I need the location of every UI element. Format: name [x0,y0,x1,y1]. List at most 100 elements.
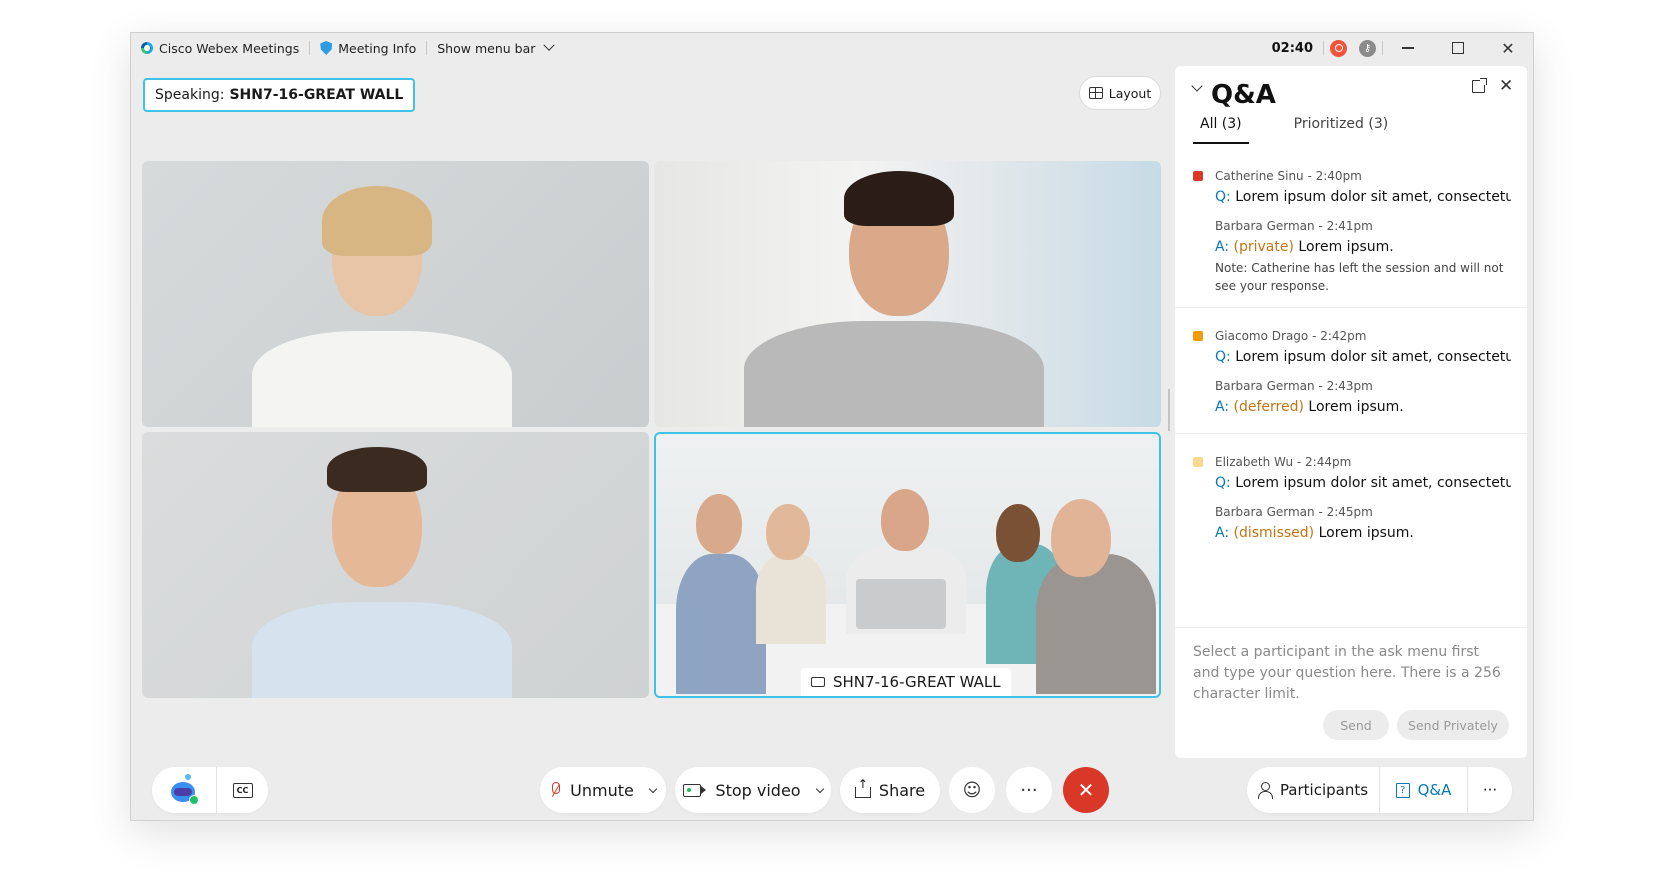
question-icon: ? [1395,782,1410,798]
question: Q: Lorem ipsum dolor sit amet, consectet… [1215,349,1511,365]
speaking-label: Speaking: [155,87,225,103]
assistant-bot-icon [171,774,199,805]
chevron-down-icon[interactable] [1191,80,1203,92]
meeting-info-button[interactable]: Meeting Info [310,33,426,63]
maximize-button[interactable] [1433,33,1483,63]
q-prefix: Q: [1215,189,1231,205]
overflow-button[interactable]: ··· [1468,767,1512,813]
qa-panel: Q&A ✕ All (3) Prioritized (3) Catherine … [1175,66,1527,758]
send-button[interactable]: Send [1323,710,1389,740]
video-tile-participant-1[interactable] [142,161,649,427]
priority-icon [1193,457,1203,467]
question: Q: Lorem ipsum dolor sit amet, consectet… [1215,189,1511,205]
show-menu-bar-button[interactable]: Show menu bar [427,33,563,63]
qa-item[interactable]: Catherine Sinu - 2:40pm Q: Lorem ipsum d… [1175,156,1527,308]
panel-resize-handle[interactable] [1168,389,1170,431]
asker: Catherine Sinu - 2:40pm [1215,169,1362,183]
qa-tabs: All (3) Prioritized (3) [1193,116,1395,144]
minimize-button[interactable] [1383,33,1433,63]
question-input[interactable]: Select a participant in the ask menu fir… [1193,642,1503,705]
closed-captions-button[interactable]: CC [217,767,268,813]
app-name: Cisco Webex Meetings [131,33,309,63]
answerer: Barbara German - 2:43pm [1215,379,1373,393]
unmute-label: Unmute [570,780,634,800]
tab-prioritized[interactable]: Prioritized (3) [1287,116,1396,144]
answer-tag: (dismissed) [1233,525,1315,541]
room-device-icon [811,677,825,687]
share-label: Share [878,780,926,800]
meeting-timer: 02:40 [1271,40,1313,56]
participants-icon [1257,782,1273,799]
question-text: Lorem ipsum dolor sit amet, consectetur [1235,189,1511,205]
video-tile-participant-3[interactable] [142,432,649,698]
question-text: Lorem ipsum dolor sit amet, consectetur [1235,475,1511,491]
more-icon: ··· [1482,781,1498,799]
a-prefix: A: [1215,239,1230,255]
answerer: Barbara German - 2:41pm [1215,219,1373,233]
answer: A: (dismissed) Lorem ipsum. [1215,525,1511,541]
q-prefix: Q: [1215,475,1231,491]
webex-window: Cisco Webex Meetings Meeting Info Show m… [130,32,1534,821]
end-meeting-button[interactable]: ✕ [1063,767,1109,813]
priority-icon [1193,331,1203,341]
video-tile-participant-2[interactable] [654,161,1161,427]
answer: A: (private) Lorem ipsum. [1215,239,1511,255]
answer-text: Lorem ipsum. [1318,525,1414,541]
popout-icon[interactable] [1472,78,1487,93]
chevron-down-icon [543,39,556,51]
more-options-button[interactable]: ··· [1006,767,1052,813]
stop-video-button[interactable]: Stop video [675,767,831,813]
speaking-indicator: Speaking: SHN7-16-GREAT WALL [143,78,416,112]
assistant-cc-group: CC [152,767,268,813]
microphone-muted-icon [550,782,561,798]
video-tile-active-speaker[interactable]: SHN7-16-GREAT WALL [654,432,1161,698]
a-prefix: A: [1215,525,1230,541]
qa-label: Q&A [1417,781,1452,799]
send-privately-button[interactable]: Send Privately [1397,710,1509,740]
tile-name-label: SHN7-16-GREAT WALL [801,668,1011,696]
divider [1323,41,1324,55]
qa-button[interactable]: ? Q&A [1380,767,1467,813]
priority-icon [1193,171,1203,181]
grid-layout-icon [1088,87,1103,99]
smiley-icon: ☺ [962,779,982,801]
reactions-button[interactable]: ☺ [949,767,995,813]
share-icon [854,777,871,798]
speaker-name: SHN7-16-GREAT WALL [229,87,404,103]
webex-logo-icon [141,42,153,54]
chevron-down-icon[interactable] [815,784,824,793]
tile-name: SHN7-16-GREAT WALL [833,673,1001,691]
asker: Elizabeth Wu - 2:44pm [1215,455,1352,469]
qa-item[interactable]: Giacomo Drago - 2:42pm Q: Lorem ipsum do… [1175,308,1527,434]
a-prefix: A: [1215,399,1230,415]
close-window-button[interactable]: ✕ [1483,33,1533,63]
answer: A: (deferred) Lorem ipsum. [1215,399,1511,415]
layout-label: Layout [1108,85,1152,101]
q-prefix: Q: [1215,349,1231,365]
recording-icon[interactable] [1330,39,1347,57]
qa-panel-header: Q&A ✕ All (3) Prioritized (3) [1175,66,1527,146]
chevron-down-icon[interactable] [648,784,658,793]
shield-icon [320,41,333,55]
camera-icon [683,783,707,797]
close-panel-icon[interactable]: ✕ [1499,76,1513,96]
question-compose: Select a participant in the ask menu fir… [1175,627,1527,758]
cc-icon: CC [232,782,253,798]
answer-text: Lorem ipsum. [1298,239,1394,255]
tab-all[interactable]: All (3) [1193,116,1249,144]
answer-note: Note: Catherine has left the session and… [1215,261,1504,293]
more-icon: ··· [1020,779,1038,801]
participants-label: Participants [1279,781,1369,799]
stop-video-label: Stop video [715,780,801,800]
share-button[interactable]: Share [840,767,940,813]
qa-list: Catherine Sinu - 2:40pm Q: Lorem ipsum d… [1175,156,1527,557]
unmute-button[interactable]: Unmute [540,767,666,813]
participants-button[interactable]: Participants [1247,767,1379,813]
layout-button[interactable]: Layout [1079,76,1161,110]
lock-icon[interactable]: ⚷ [1359,39,1376,57]
answer-tag: (deferred) [1233,399,1304,415]
question: Q: Lorem ipsum dolor sit amet, consectet… [1215,475,1511,491]
meeting-info-label: Meeting Info [338,40,417,56]
qa-item[interactable]: Elizabeth Wu - 2:44pm Q: Lorem ipsum dol… [1175,434,1527,557]
webex-assistant-button[interactable] [152,767,216,813]
